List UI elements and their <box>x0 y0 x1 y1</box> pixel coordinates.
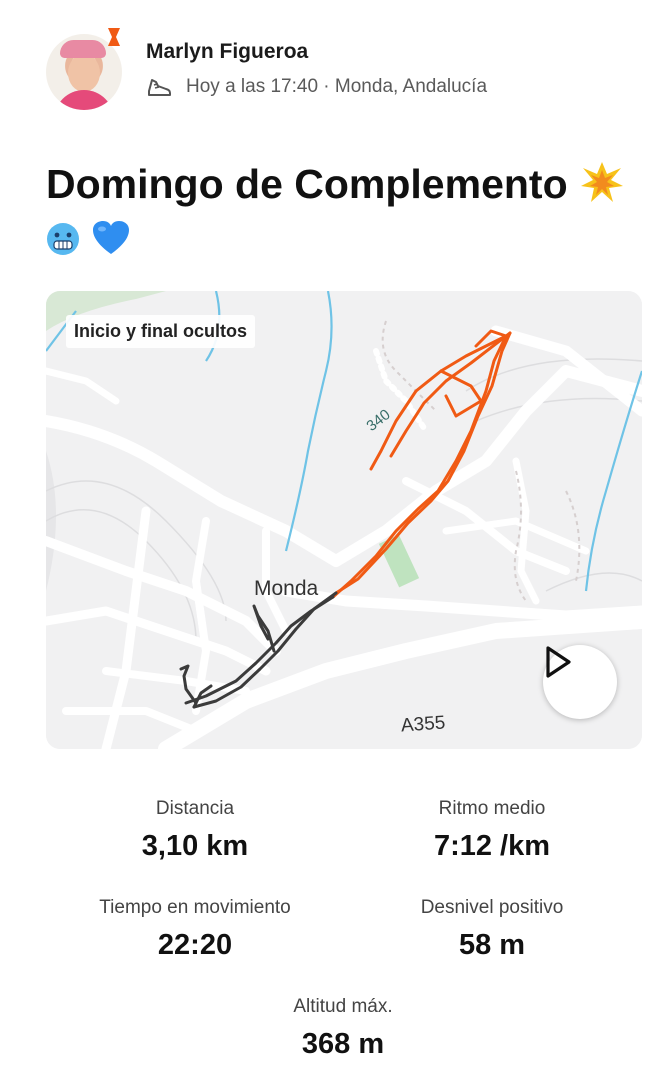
privacy-label: Inicio y final ocultos <box>66 315 256 348</box>
play-flyover-button[interactable] <box>543 645 617 719</box>
stat-pace: Ritmo medio 7:12 /km <box>342 798 642 863</box>
road-label: A355 <box>400 712 447 737</box>
activity-header: Marlyn Figueroa Hoy a las 17:40 · Monda,… <box>46 28 626 112</box>
play-icon <box>546 646 571 678</box>
route-map[interactable]: Inicio y final ocultos 340 Monda A355 <box>46 291 642 749</box>
stat-pace-value: 7:12 /km <box>433 830 551 862</box>
stat-max-altitude: Altitud máx. 368 m <box>193 996 493 1061</box>
stat-distance-value: 3,10 km <box>141 830 249 862</box>
stat-max-altitude-label: Altitud máx. <box>293 996 393 1017</box>
stat-pace-label: Ritmo medio <box>438 798 546 819</box>
collision-emoji <box>581 162 624 202</box>
activity-time-location: Hoy a las 17:40 · Monda, Andalucía <box>186 76 488 97</box>
subscriber-badge-icon <box>108 28 120 46</box>
stat-moving-time: Tiempo en movimiento 22:20 <box>45 897 345 962</box>
athlete-name[interactable]: Marlyn Figueroa <box>146 40 308 64</box>
activity-title-text: Domingo de Complemento <box>46 161 568 207</box>
activity-meta: Hoy a las 17:40 · Monda, Andalucía <box>146 76 487 98</box>
running-shoe-icon <box>148 79 171 96</box>
stat-elevation-gain-value: 58 m <box>458 929 526 961</box>
town-label: Monda <box>254 577 319 600</box>
stat-moving-time-label: Tiempo en movimiento <box>99 897 291 918</box>
stat-moving-time-value: 22:20 <box>157 929 233 961</box>
activity-title[interactable]: Domingo de Complemento <box>46 158 626 262</box>
blue-heart-emoji <box>93 221 130 254</box>
stat-distance: Distancia 3,10 km <box>45 798 345 863</box>
stat-max-altitude-value: 368 m <box>301 1028 385 1060</box>
stat-distance-label: Distancia <box>155 798 235 819</box>
stat-elevation-gain: Desnivel positivo 58 m <box>342 897 642 962</box>
cold-face-emoji <box>47 223 79 255</box>
stat-elevation-gain-label: Desnivel positivo <box>420 897 564 918</box>
